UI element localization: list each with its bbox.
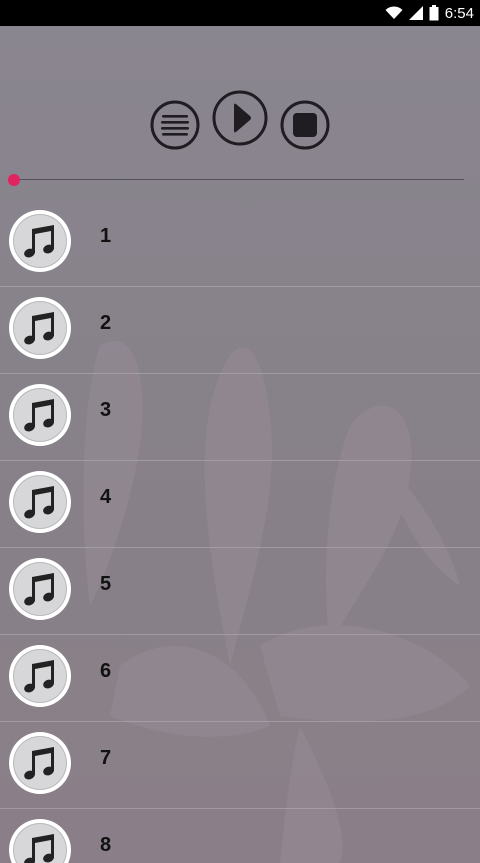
app-screen: 6:54 1 2 3 4 5 6 7 8 [0,0,480,863]
track-list-item-3[interactable]: 3 [0,374,480,461]
track-list: 1 2 3 4 5 6 7 8 [0,200,480,863]
track-list-item-7[interactable]: 7 [0,722,480,809]
track-title: 7 [100,747,112,769]
signal-icon [408,6,423,20]
seek-bar[interactable] [8,172,464,188]
music-note-icon [9,558,71,620]
track-title: 1 [100,225,112,247]
music-note-icon [9,645,71,707]
music-note-icon [9,210,71,272]
track-list-item-6[interactable]: 6 [0,635,480,722]
playback-controls [0,90,480,150]
music-note-icon [9,471,71,533]
stop-button[interactable] [280,100,330,150]
seek-thumb[interactable] [8,174,20,186]
play-icon [212,90,268,146]
music-note-icon [9,297,71,359]
wifi-icon [385,6,403,19]
track-list-item-1[interactable]: 1 [0,200,480,287]
track-list-item-4[interactable]: 4 [0,461,480,548]
music-note-icon [9,819,71,863]
playlist-button[interactable] [150,100,200,150]
track-title: 2 [100,312,112,334]
seek-track [14,179,464,180]
playlist-icon [150,100,200,150]
track-list-item-2[interactable]: 2 [0,287,480,374]
track-list-item-8[interactable]: 8 [0,809,480,863]
track-title: 4 [100,486,112,508]
play-button[interactable] [212,90,268,146]
status-bar: 6:54 [0,0,480,26]
stop-icon [280,100,330,150]
music-note-icon [9,384,71,446]
track-list-item-5[interactable]: 5 [0,548,480,635]
track-title: 8 [100,834,112,856]
battery-icon [429,5,439,21]
track-title: 6 [100,660,112,682]
music-note-icon [9,732,71,794]
track-title: 3 [100,399,112,421]
track-title: 5 [100,573,112,595]
status-time: 6:54 [444,4,474,22]
